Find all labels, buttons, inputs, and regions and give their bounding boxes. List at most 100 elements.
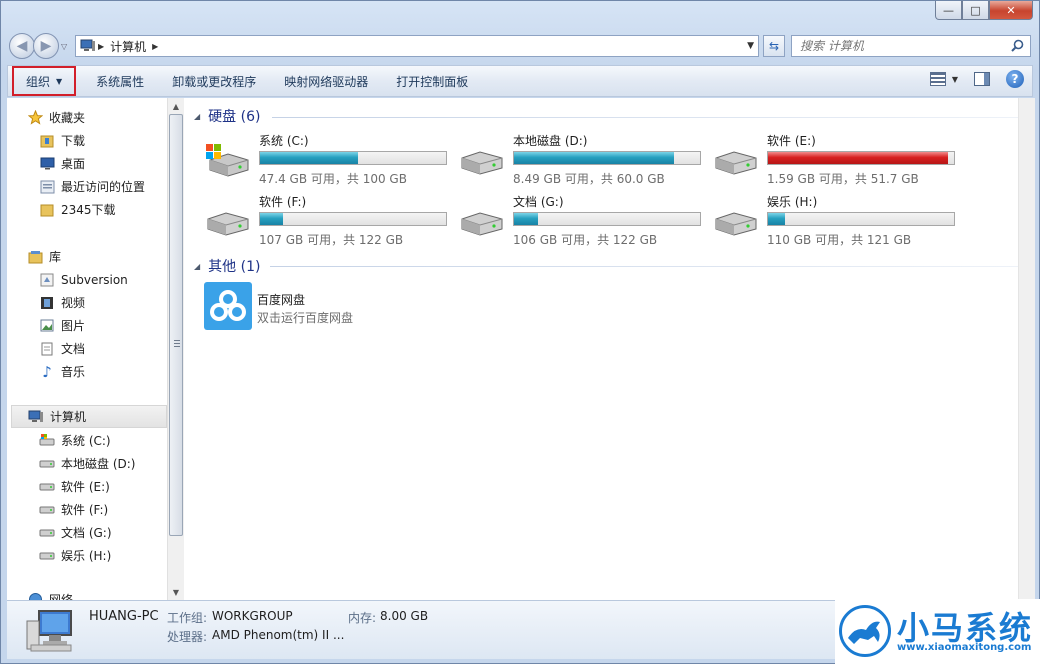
nav-favorites-2345downloads[interactable]: 2345下载	[39, 198, 116, 221]
drive-usage-bar	[513, 212, 701, 226]
computer-icon	[26, 610, 72, 652]
explorer-window: — □ ✕ ◀ ▶ ▽ ▶ 计算机 ▶ ▼ ⇆ 组织 ▼ 系统属性 卸载或更改程序…	[0, 0, 1040, 664]
documents-icon	[39, 341, 55, 357]
nav-favorites[interactable]: 收藏夹	[27, 106, 85, 129]
nav-drive-e[interactable]: 软件 (E:)	[39, 475, 110, 498]
drive-tile[interactable]: 文档 (G:) 106 GB 可用，共 122 GB	[458, 193, 708, 249]
hard-disks-group-header[interactable]: ◢ 硬盘 (6)	[194, 106, 260, 126]
drive-usage-bar	[767, 151, 955, 165]
nav-item-label: 软件 (E:)	[61, 480, 110, 494]
group-divider	[270, 266, 1022, 267]
scroll-down-icon[interactable]: ▼	[168, 584, 184, 600]
scroll-up-icon[interactable]: ▲	[168, 98, 184, 114]
map-network-drive-button[interactable]: 映射网络驱动器	[270, 66, 382, 96]
drive-tile[interactable]: 系统 (C:) 47.4 GB 可用，共 100 GB	[204, 132, 454, 188]
preview-pane-icon[interactable]	[974, 72, 990, 86]
nav-library-documents[interactable]: 文档	[39, 337, 85, 360]
nav-library-subversion[interactable]: Subversion	[39, 268, 128, 291]
change-view-button[interactable]: ▼	[929, 72, 958, 86]
scrollbar-thumb[interactable]	[169, 114, 183, 536]
refresh-button[interactable]: ⇆	[763, 35, 785, 57]
drive-tile[interactable]: 软件 (F:) 107 GB 可用，共 122 GB	[204, 193, 454, 249]
nav-library-music[interactable]: ♪ 音乐	[39, 360, 85, 383]
nav-item-label: 文档	[61, 342, 86, 356]
collapse-icon[interactable]: ◢	[194, 262, 200, 271]
nav-favorites-downloads[interactable]: 下载	[39, 129, 85, 152]
nav-library-pictures[interactable]: 图片	[39, 314, 85, 337]
breadcrumb-separator-icon[interactable]: ▶	[152, 42, 158, 51]
breadcrumb-computer[interactable]: 计算机	[110, 38, 146, 55]
baidu-netdisk-description: 双击运行百度网盘	[257, 311, 354, 325]
drive-usage-fill	[260, 213, 283, 225]
address-dropdown-icon[interactable]: ▼	[747, 41, 754, 51]
search-input[interactable]	[800, 39, 1000, 53]
organize-button[interactable]: 组织 ▼	[12, 66, 77, 96]
collapse-icon[interactable]: ◢	[194, 112, 200, 121]
nav-item-label: 2345下载	[61, 203, 116, 217]
group-divider	[272, 117, 1022, 118]
nav-item-label: 文档 (G:)	[61, 526, 112, 540]
open-control-panel-button[interactable]: 打开控制面板	[382, 66, 482, 96]
nav-network[interactable]: 网络	[27, 588, 73, 600]
hard-drive-icon	[204, 201, 252, 241]
nav-pane-scrollbar[interactable]: ▲ ▼	[167, 98, 184, 600]
nav-drive-c[interactable]: 系统 (C:)	[39, 429, 111, 452]
video-icon	[39, 295, 55, 311]
toolbar-right: ▼ ?	[929, 70, 1024, 88]
system-properties-button[interactable]: 系统属性	[82, 66, 158, 96]
search-icon[interactable]	[1011, 39, 1024, 52]
downloads-folder-icon	[39, 133, 55, 149]
forward-button[interactable]: ▶	[33, 33, 59, 59]
drive-space-info: 47.4 GB 可用，共 100 GB	[259, 172, 407, 186]
hard-drive-icon	[458, 140, 506, 180]
drive-tile[interactable]: 软件 (E:) 1.59 GB 可用，共 51.7 GB	[712, 132, 962, 188]
nav-favorites-desktop[interactable]: 桌面	[39, 152, 85, 175]
history-dropdown-icon[interactable]: ▽	[61, 42, 71, 51]
group-title: 其他 (1)	[208, 259, 261, 275]
nav-item-label: 本地磁盘 (D:)	[61, 457, 136, 471]
close-button[interactable]: ✕	[989, 1, 1033, 20]
baidu-netdisk-item[interactable]: 百度网盘 双击运行百度网盘	[204, 282, 464, 332]
nav-computer[interactable]: 计算机	[11, 405, 167, 428]
maximize-button[interactable]: □	[962, 1, 989, 20]
help-icon[interactable]: ?	[1006, 70, 1024, 88]
uninstall-program-button[interactable]: 卸载或更改程序	[158, 66, 270, 96]
drive-usage-bar	[259, 151, 447, 165]
workgroup-value: WORKGROUP	[212, 609, 293, 623]
content-scrollbar[interactable]	[1018, 98, 1035, 600]
other-group-header[interactable]: ◢ 其他 (1)	[194, 256, 260, 276]
drive-usage-fill	[514, 152, 674, 164]
group-title: 硬盘 (6)	[208, 109, 261, 125]
nav-drive-f[interactable]: 软件 (F:)	[39, 498, 108, 521]
caption-buttons: — □ ✕	[935, 1, 1033, 21]
watermark-url: www.xiaomaxitong.com	[897, 642, 1032, 653]
grip-icon	[174, 340, 180, 347]
nav-drive-h[interactable]: 娱乐 (H:)	[39, 544, 111, 567]
nav-libraries-label: 库	[49, 250, 62, 264]
drive-usage-bar	[259, 212, 447, 226]
horse-logo-icon	[839, 605, 891, 657]
nav-favorites-label: 收藏夹	[49, 111, 86, 125]
processor-value: AMD Phenom(tm) II ...	[212, 628, 345, 642]
nav-item-label: 最近访问的位置	[61, 180, 146, 194]
nav-drive-g[interactable]: 文档 (G:)	[39, 521, 112, 544]
nav-library-videos[interactable]: 视频	[39, 291, 85, 314]
minimize-button[interactable]: —	[935, 1, 962, 20]
nav-favorites-recent[interactable]: 最近访问的位置	[39, 175, 145, 198]
nav-drive-d[interactable]: 本地磁盘 (D:)	[39, 452, 135, 475]
drive-tile[interactable]: 本地磁盘 (D:) 8.49 GB 可用，共 60.0 GB	[458, 132, 708, 188]
search-box[interactable]	[791, 35, 1031, 57]
breadcrumb-separator-icon[interactable]: ▶	[98, 42, 104, 51]
star-icon	[27, 110, 43, 126]
drive-tile[interactable]: 娱乐 (H:) 110 GB 可用，共 121 GB	[712, 193, 962, 249]
music-icon: ♪	[42, 362, 52, 381]
address-bar[interactable]: ▶ 计算机 ▶ ▼	[75, 35, 759, 57]
baidu-netdisk-icon	[204, 282, 252, 330]
back-button[interactable]: ◀	[9, 33, 35, 59]
refresh-icon: ⇆	[768, 39, 780, 53]
baidu-netdisk-name: 百度网盘	[257, 293, 306, 307]
nav-libraries[interactable]: 库	[27, 245, 61, 268]
drive-space-info: 110 GB 可用，共 121 GB	[767, 233, 912, 247]
workgroup-label: 工作组:	[167, 611, 208, 625]
drive-icon	[39, 479, 55, 495]
